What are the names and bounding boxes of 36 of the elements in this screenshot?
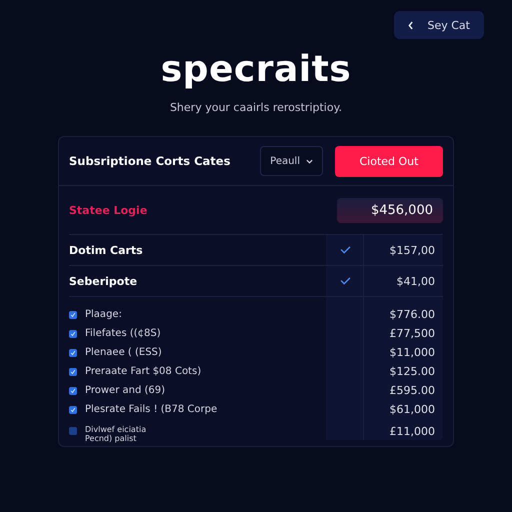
item-price: $11,000 (390, 346, 435, 359)
page-title: specraits (160, 49, 352, 91)
item-label: Plaage: (85, 309, 122, 320)
back-button[interactable]: Sey Cat (394, 11, 484, 39)
item-price: $125.00 (390, 365, 435, 378)
item-price: £595.00 (390, 384, 435, 397)
item-price: $776.00 (390, 308, 435, 321)
total-value: $456,000 (337, 198, 443, 222)
item-price: $61,000 (390, 403, 435, 416)
checkbox[interactable] (69, 330, 77, 338)
plan-name: Dotim Carts (69, 244, 144, 256)
plan-price: $41,00 (396, 274, 435, 288)
checkbox[interactable] (69, 368, 77, 376)
page-subtitle: Shery your caairls rerostriptioy. (168, 101, 344, 114)
plan-price: $157,00 (390, 244, 435, 256)
period-dropdown[interactable]: Peaull (260, 146, 323, 176)
checkbox[interactable] (69, 310, 77, 318)
checkbox[interactable] (69, 406, 77, 414)
checkbox[interactable] (69, 348, 77, 356)
plan-name: Seberipote (69, 274, 138, 288)
checkbox[interactable] (69, 427, 77, 435)
item-label: Divlwef eiciatia (85, 425, 146, 434)
item-label: Plesrate Fails ! (B78 Corpe (85, 404, 218, 415)
item-price: £77,500 (390, 327, 435, 340)
card-title: Subsriptione Corts Cates (69, 154, 232, 168)
total-label: Statee Logie (69, 204, 148, 216)
checkbox[interactable] (69, 386, 77, 394)
checkout-button[interactable]: Cioted Out (335, 146, 443, 176)
item-label: Plenaee ( (ESS) (85, 347, 162, 358)
caret-icon (306, 158, 313, 164)
item-label: Preraate Fart $08 Cots) (85, 366, 202, 377)
chevron-left-icon (408, 20, 414, 30)
item-note: Pecnd) palist (85, 434, 138, 443)
item-label: Prower and (69) (85, 385, 166, 396)
item-price: £11,000 (390, 424, 435, 438)
item-label: Filefates ((¢8S) (85, 328, 161, 339)
